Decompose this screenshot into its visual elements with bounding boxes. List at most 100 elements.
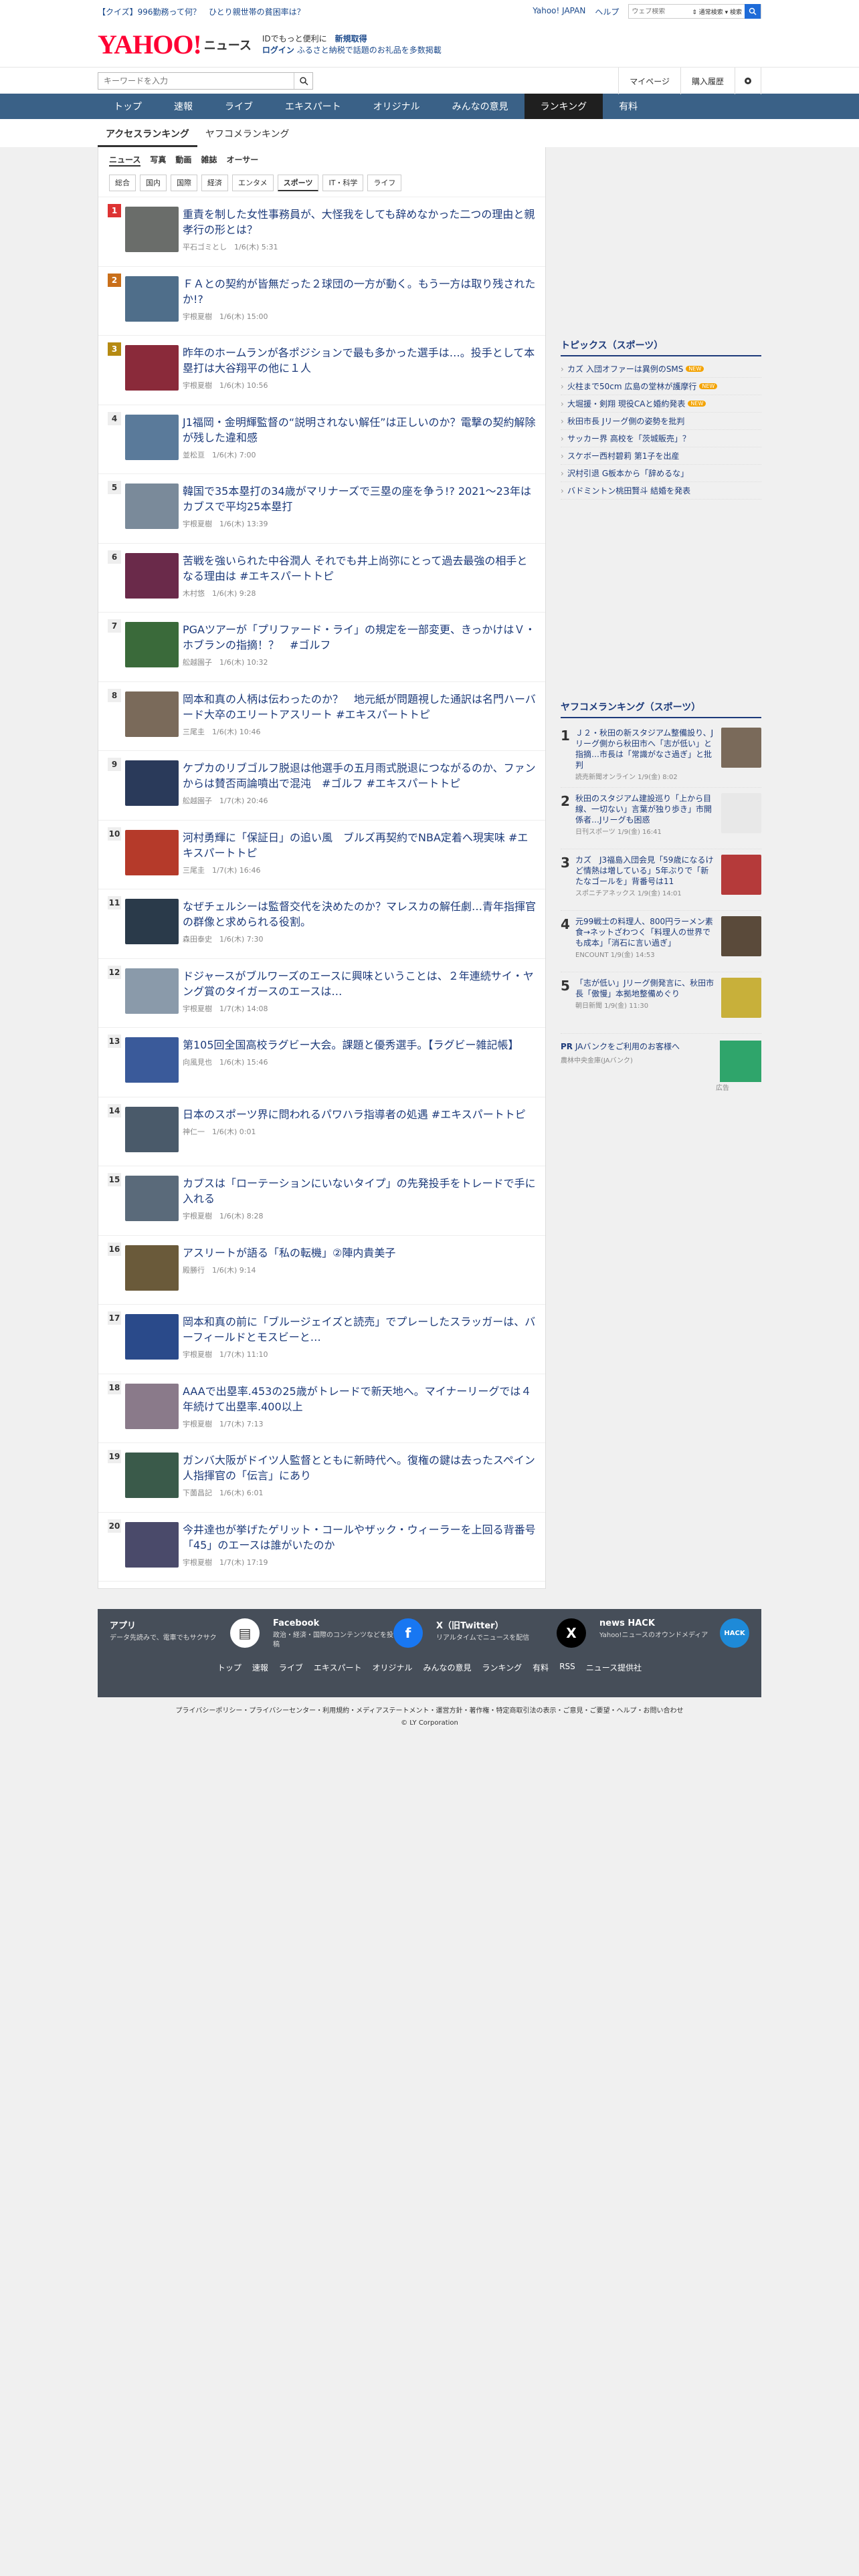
category-item[interactable]: 動画 [175,154,191,167]
yafuko-title[interactable]: 「志が低い」Jリーグ側発言に、秋田市長「傲慢」本拠地整備めぐり [575,978,716,999]
nav-item[interactable]: ライブ [209,94,269,119]
ranking-item[interactable]: 17 岡本和真の前に「ブルージェイズと読売」でプレーしたスラッガーは、バーフィール… [98,1305,545,1374]
subcategory-item[interactable]: 国内 [140,175,167,191]
yafuko-item[interactable]: 1 Ｊ２・秋田の新スタジアム整備設り、Jリーグ側から秋田市へ「志が低い」と指摘…市… [561,722,761,788]
nav-item[interactable]: 速報 [158,94,209,119]
ranking-title[interactable]: 今井達也が挙げたゲリット・コールやザック・ウィーラーを上回る背番号「45」のエー… [183,1522,537,1553]
tab-item[interactable]: ヤフコメランキング [197,119,298,147]
footer-card[interactable]: Facebook 政治・経済・国際のコンテンツなどを投稿 f [273,1618,423,1650]
ranking-item[interactable]: 1 重責を制した女性事務員が、大怪我をしても辞めなかった二つの理由と親孝行の形とは… [98,197,545,267]
subcategory-item[interactable]: エンタメ [232,175,274,191]
ranking-item[interactable]: 7 PGAツアーが「プリファード・ライ」の規定を一部変更、きっかけはＶ・ホブランの… [98,613,545,682]
footer-link[interactable]: ランキング [482,1662,522,1673]
footer-link[interactable]: 有料 [533,1662,549,1673]
ranking-title[interactable]: 日本のスポーツ界に問われるパワハラ指導者の処遇 #エキスパートトピ [183,1107,526,1122]
furusato-link[interactable]: ふるさと納税で話題のお礼品を多数掲載 [297,45,442,55]
ranking-title[interactable]: 苦戦を強いられた中谷潤人 それでも井上尚弥にとって過去最強の相手となる理由は #… [183,553,537,584]
ranking-title[interactable]: アスリートが語る「私の転機」②陣内貴美子 [183,1245,395,1261]
ranking-title[interactable]: AAAで出塁率.453の25歳がトレードで新天地へ。マイナーリーグでは４年続けて… [183,1384,537,1414]
topic-item[interactable]: 大堀援・剣翔 現役CAと婚約発表NEW [561,395,761,413]
category-item[interactable]: ニュース [109,154,141,167]
footer-link[interactable]: トップ [217,1662,242,1673]
nav-item[interactable]: 有料 [603,94,654,119]
footer-card[interactable]: アプリ データ先読みで、電車でもサクサク ▤ [110,1618,260,1650]
top-news-link[interactable]: 【クイズ】996勤務って何？ ひとり親世帯の貧困率は？ [98,6,533,17]
yafuko-item[interactable]: 5 「志が低い」Jリーグ側発言に、秋田市長「傲慢」本拠地整備めぐり 朝日新聞 1/9… [561,972,761,1034]
ranking-item[interactable]: 4 J1福岡・金明輝監督の“説明されない解任”は正しいのか？電撃の契約解除が残した… [98,405,545,474]
history-link[interactable]: 購入履歴 [680,68,735,94]
subcategory-item[interactable]: 経済 [201,175,228,191]
footer-link[interactable]: ニュース提供社 [586,1662,642,1673]
nav-item[interactable]: みんなの意見 [436,94,524,119]
footer-card[interactable]: X（旧Twitter） リアルタイムでニュースを配信 X [436,1618,586,1650]
legal-text[interactable]: プライバシーポリシー・プライバシーセンター・利用規約・メディアステートメント・運… [98,1705,761,1717]
ranking-title[interactable]: ガンバ大阪がドイツ人監督とともに新時代へ。復権の鍵は去ったスペイン人指揮官の「伝… [183,1453,537,1483]
ranking-item[interactable]: 16 アスリートが語る「私の転機」②陣内貴美子 殿勝行 1/6(木) 9:14 [98,1236,545,1305]
top-link[interactable]: ヘルプ [595,6,619,17]
search-option[interactable]: ⇕ 通常検索 ▾ 検索 [689,7,745,16]
ranking-title[interactable]: 岡本和真の前に「ブルージェイズと読売」でプレーしたスラッガーは、バーフィールドと… [183,1314,537,1345]
ranking-item[interactable]: 15 カブスは「ローテーションにいないタイプ」の先発投手をトレードで手に入れる 宇根… [98,1166,545,1236]
category-item[interactable]: 雑誌 [201,154,217,167]
topic-item[interactable]: スケボー西村碧莉 第1子を出産 [561,447,761,465]
ranking-item[interactable]: 20 今井達也が挙げたゲリット・コールやザック・ウィーラーを上回る背番号「45」の… [98,1513,545,1582]
ranking-title[interactable]: J1福岡・金明輝監督の“説明されない解任”は正しいのか？電撃の契約解除が残した違… [183,415,537,445]
ranking-item[interactable]: 9 ケプカのリブゴルフ脱退は他選手の五月雨式脱退につながるのか、ファンからは賛否両… [98,751,545,821]
ranking-item[interactable]: 13 第105回全国高校ラグビー大会。課題と優秀選手。【ラグビー雑記帳】 向風見也 … [98,1028,545,1097]
ranking-item[interactable]: 10 河村勇輝に「保証日」の追い風 ブルズ再契約でNBA定着へ現実味 #エキスパー… [98,821,545,889]
yafuko-title[interactable]: カズ J3福島入団会見「59歳になるけど情熱は増している」5年ぶりで「新たなゴー… [575,855,716,887]
subcategory-item[interactable]: ライフ [367,175,402,191]
ranking-item[interactable]: 6 苦戦を強いられた中谷潤人 それでも井上尚弥にとって過去最強の相手となる理由は … [98,544,545,613]
yahoo-news-logo[interactable]: YAHOO! ニュース [98,31,252,58]
footer-link[interactable]: 速報 [252,1662,268,1673]
topic-item[interactable]: バドミントン桃田賢斗 結婚を発表 [561,482,761,500]
topic-item[interactable]: 沢村引退 G板本から「辞めるな」 [561,465,761,482]
top-link[interactable]: Yahoo! JAPAN [533,6,585,17]
ranking-title[interactable]: 岡本和真の人柄は伝わったのか？ 地元紙が問題視した通訳は名門ハーバード大卒のエリ… [183,691,537,722]
nav-item[interactable]: オリジナル [357,94,436,119]
footer-link[interactable]: みんなの意見 [423,1662,472,1673]
pr-ad[interactable]: PR JAバンクをご利用のお客様へ 農林中央金庫(JAバンク) 広告 [561,1034,761,1099]
ranking-title[interactable]: ＦＡとの契約が皆無だった２球団の一方が動く。もう一方は取り残されたか!? [183,276,537,307]
ranking-item[interactable]: 14 日本のスポーツ界に問われるパワハラ指導者の処遇 #エキスパートトピ 神仁一 1… [98,1097,545,1166]
category-item[interactable]: 写真 [150,154,166,167]
footer-link[interactable]: エキスパート [314,1662,362,1673]
ranking-item[interactable]: 8 岡本和真の人柄は伝わったのか？ 地元紙が問題視した通訳は名門ハーバード大卒のエ… [98,682,545,751]
login-link[interactable]: ログイン [262,45,294,55]
yafuko-title[interactable]: 秋田のスタジアム建設巡り「上から目線、一切ない」言葉が独り歩き」市開係者…Jリー… [575,793,716,825]
web-search-button[interactable] [745,4,761,19]
ranking-item[interactable]: 2 ＦＡとの契約が皆無だった２球団の一方が動く。もう一方は取り残されたか!? 宇根夏… [98,267,545,336]
settings-button[interactable] [735,68,761,94]
subcategory-item[interactable]: スポーツ [277,175,319,191]
subcategory-item[interactable]: IT・科学 [322,175,364,191]
topic-item[interactable]: 秋田市長 Jリーグ側の姿勢を批判 [561,413,761,430]
ranking-title[interactable]: カブスは「ローテーションにいないタイプ」の先発投手をトレードで手に入れる [183,1176,537,1206]
yafuko-item[interactable]: 2 秋田のスタジアム建設巡り「上から目線、一切ない」言葉が独り歩き」市開係者…Jリ… [561,788,761,849]
mypage-link[interactable]: マイページ [618,68,680,94]
web-search-input[interactable] [629,7,690,15]
nav-item[interactable]: ランキング [524,94,603,119]
ranking-title[interactable]: 第105回全国高校ラグビー大会。課題と優秀選手。【ラグビー雑記帳】 [183,1037,519,1053]
tab-item[interactable]: アクセスランキング [98,119,197,147]
category-item[interactable]: オーサー [226,154,258,167]
ranking-item[interactable]: 5 韓国で35本塁打の34歳がマリナーズで三塁の座を争う!? 2021～23年はカ… [98,474,545,544]
subcategory-item[interactable]: 国際 [171,175,197,191]
ranking-title[interactable]: ケプカのリブゴルフ脱退は他選手の五月雨式脱退につながるのか、ファンからは賛否両論… [183,760,537,791]
ranking-title[interactable]: 河村勇輝に「保証日」の追い風 ブルズ再契約でNBA定着へ現実味 #エキスパートト… [183,830,537,861]
nav-item[interactable]: トップ [98,94,158,119]
keyword-search-button[interactable] [294,73,312,89]
yafuko-item[interactable]: 3 カズ J3福島入団会見「59歳になるけど情熱は増している」5年ぶりで「新たなゴ… [561,849,761,911]
subcategory-item[interactable]: 総合 [109,175,136,191]
yafuko-item[interactable]: 4 元99戦士の料理人、800円ラーメン素食→ネットざわつく「料理人の世界でも成本… [561,911,761,972]
ranking-item[interactable]: 12 ドジャースがブルワーズのエースに興味ということは、２年連続サイ・ヤング賞のタ… [98,959,545,1028]
footer-link[interactable]: オリジナル [373,1662,413,1673]
footer-link[interactable]: RSS [559,1662,575,1673]
ranking-title[interactable]: 重責を制した女性事務員が、大怪我をしても辞めなかった二つの理由と親孝行の形とは？ [183,207,537,237]
nav-item[interactable]: エキスパート [269,94,357,119]
ranking-item[interactable]: 3 昨年のホームランが各ポジションで最も多かった選手は…。投手として本塁打は大谷翔… [98,336,545,405]
ranking-item[interactable]: 11 なぜチェルシーは監督交代を決めたのか？マレスカの解任劇…青年指揮官の群像と求… [98,889,545,959]
ranking-title[interactable]: なぜチェルシーは監督交代を決めたのか？マレスカの解任劇…青年指揮官の群像と求めら… [183,899,537,930]
ranking-item[interactable]: 19 ガンバ大阪がドイツ人監督とともに新時代へ。復権の鍵は去ったスペイン人指揮官の… [98,1443,545,1513]
ranking-title[interactable]: PGAツアーが「プリファード・ライ」の規定を一部変更、きっかけはＶ・ホブランの指… [183,622,537,653]
footer-card[interactable]: news HACK Yahoo!ニュースのオウンドメディア HACK [599,1618,749,1650]
